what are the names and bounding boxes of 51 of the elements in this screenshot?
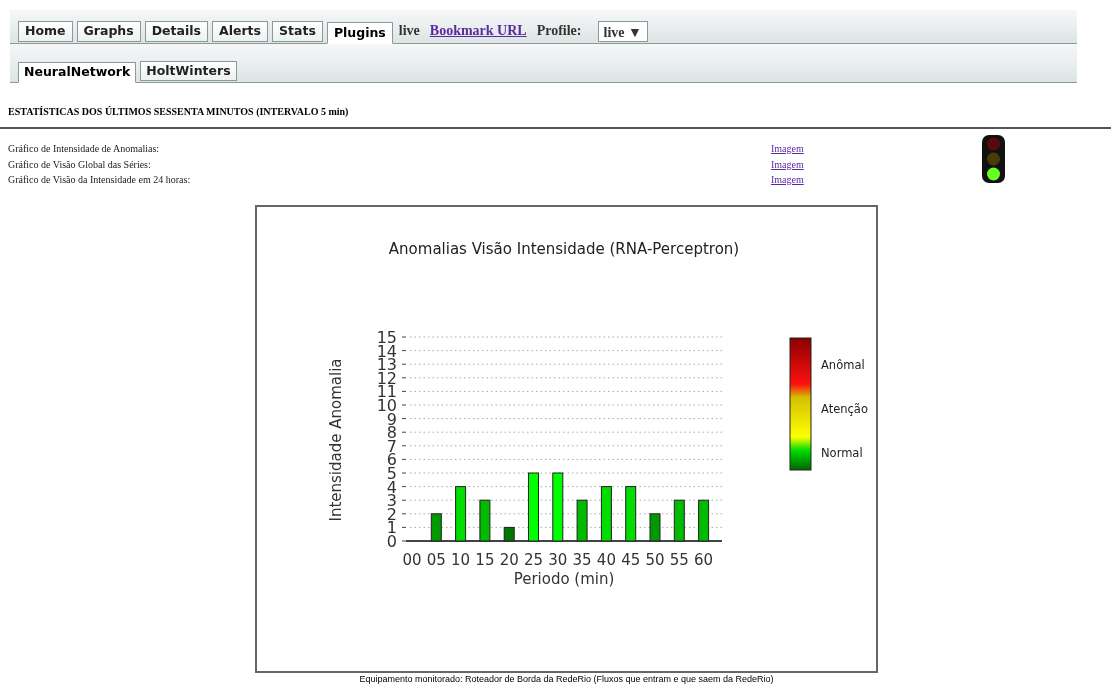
bar [625,486,637,542]
x-tick-label: 50 [645,551,665,569]
x-tick-label: 40 [596,551,616,569]
bar [503,526,515,542]
bar [576,499,588,542]
bar [673,499,685,542]
x-tick-label: 30 [548,551,568,569]
x-tick-label: 55 [669,551,689,569]
nav-tab[interactable]: Alerts [212,21,269,42]
image-link[interactable]: Imagem [771,158,804,170]
image-link[interactable]: Imagem [771,143,804,154]
bar [479,499,491,542]
scale-label: Normal [821,446,863,460]
nav-tab[interactable]: Home [18,21,73,42]
scale-label: Anômal [821,358,865,372]
image-link[interactable]: Imagem [771,174,804,185]
chart-title: Anomalias Visão Intensidade (RNA-Perceptron) [388,240,740,258]
row-label: Gráfico de Visão da Intensidade em 24 horas: [8,174,191,185]
profile-label: Profile: [536,22,582,40]
x-tick-label: 25 [523,551,544,569]
scale-label: Atenção [821,402,868,416]
x-tick-label: 15 [475,551,495,569]
bar [552,472,564,542]
chart-caption: Equipamento monitorado: Roteador de Borda da RedeRio (Fluxos que entram e que saem da RedeRio) [359,674,774,684]
bar [649,513,661,542]
bar [430,513,442,542]
x-axis-title: Periodo (min) [513,570,615,588]
x-tick-label: 35 [572,551,592,569]
bookmark-link[interactable]: Bookmark URL [429,20,527,41]
x-tick-label: 00 [402,551,422,569]
y-axis-title: Intensidade Anomalia [327,358,345,522]
bar [455,486,467,542]
section-heading: ESTATÍSTICAS DOS ÚLTIMOS SESSENTA MINUTOS (INTERVALO 5 min) [8,106,349,117]
row-label: Gráfico de Visão Global das Séries: [8,158,151,170]
x-tick-label: 10 [451,551,471,569]
nav-tab[interactable]: Plugins [326,22,393,44]
row-label: Gráfico de Intensidade de Anomalias: [8,143,160,154]
nav-tab[interactable]: Details [144,21,208,42]
profile-dropdown[interactable]: live ▼ [597,21,648,42]
plugin-tab[interactable]: NeuralNetwork [18,62,137,83]
x-tick-label: 05 [426,551,446,569]
nav-tab[interactable]: Stats [272,21,323,42]
x-tick-label: 60 [694,551,714,569]
plugin-tab[interactable]: HoltWinters [140,61,237,81]
bar [698,499,710,542]
x-tick-label: 20 [499,551,519,569]
bar [600,486,612,542]
nav-tab[interactable]: Graphs [76,21,141,42]
live-label: live [398,22,420,40]
bar [528,472,539,542]
x-tick-label: 45 [621,551,641,569]
